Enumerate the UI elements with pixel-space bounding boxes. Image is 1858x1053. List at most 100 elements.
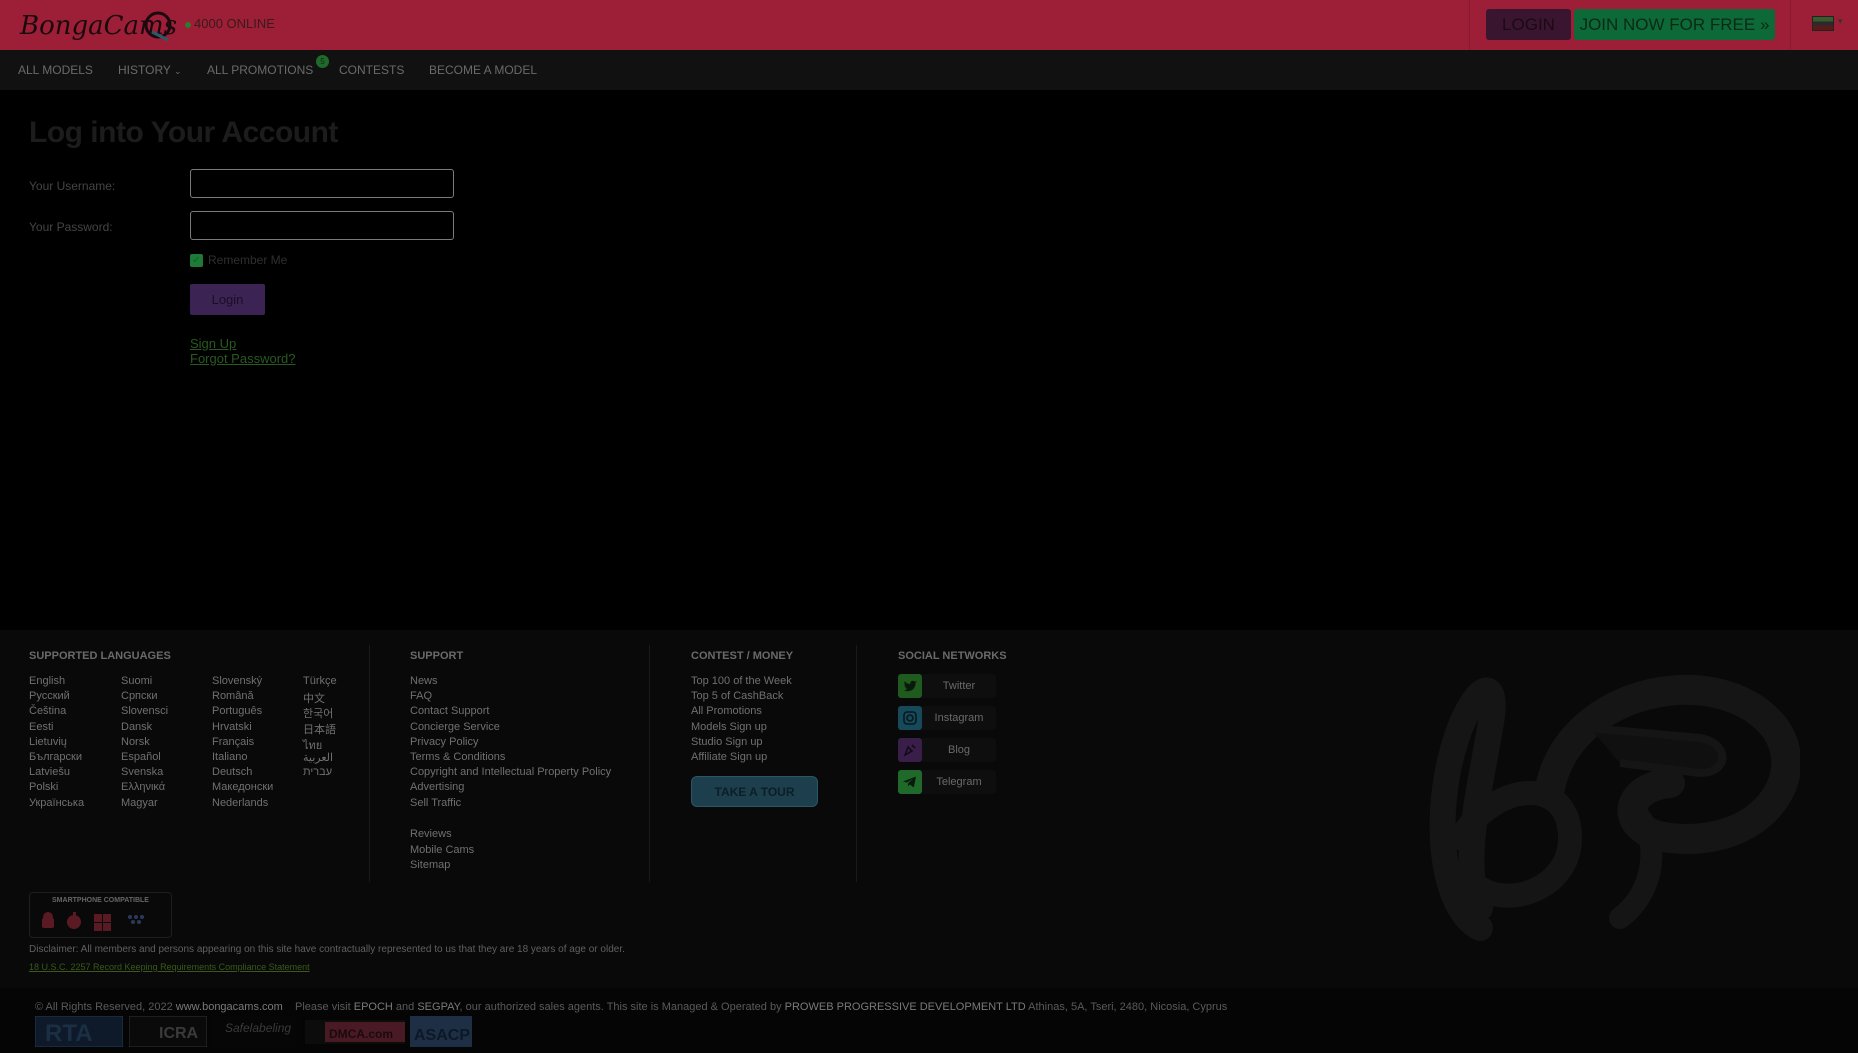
usc-2257-link[interactable]: 18 U.S.C. 2257 Record Keeping Requiremen…	[29, 962, 310, 972]
nav-history-label: HISTORY	[118, 63, 171, 77]
username-input[interactable]	[190, 169, 454, 198]
flag-us-icon[interactable]	[1812, 16, 1834, 31]
contest-link[interactable]: Models Sign up	[691, 721, 767, 733]
epoch-link[interactable]: EPOCH	[354, 1001, 393, 1013]
language-link[interactable]: Čeština	[29, 705, 66, 717]
language-link[interactable]: Português	[212, 705, 262, 717]
language-link[interactable]: Română	[212, 690, 254, 702]
apple-icon	[67, 912, 81, 929]
sign-up-link[interactable]: Sign Up	[190, 336, 236, 351]
join-now-button[interactable]: JOIN NOW FOR FREE »	[1574, 9, 1775, 40]
language-link[interactable]: Ελληνικά	[121, 781, 165, 793]
language-link[interactable]: Eesti	[29, 721, 53, 733]
site-link[interactable]: www.bongacams.com	[176, 1001, 283, 1013]
language-link[interactable]: Nederlands	[212, 797, 268, 809]
language-link[interactable]: עברית	[303, 766, 332, 778]
language-dropdown-caret-icon[interactable]: ▾	[1838, 16, 1843, 27]
support-link[interactable]: Copyright and Intellectual Property Poli…	[410, 766, 611, 778]
language-link[interactable]: Српски	[121, 690, 157, 702]
telegram-icon	[898, 770, 922, 794]
language-link[interactable]: Français	[212, 736, 254, 748]
language-link[interactable]: Magyar	[121, 797, 158, 809]
contest-link[interactable]: Top 100 of the Week	[691, 675, 792, 687]
social-networks-title: SOCIAL NETWORKS	[898, 650, 1007, 662]
dmca-badge[interactable]: DMCA.com	[305, 1016, 405, 1047]
password-input[interactable]	[190, 211, 454, 240]
remember-me-checkbox[interactable]: ✓	[190, 254, 203, 268]
login-submit-button[interactable]: Login	[190, 284, 265, 315]
online-count: 4000 ONLINE	[185, 16, 275, 31]
language-link[interactable]: Українська	[29, 797, 84, 809]
contest-link[interactable]: All Promotions	[691, 705, 762, 717]
disclaimer-text: Disclaimer: All members and persons appe…	[29, 944, 625, 955]
language-link[interactable]: 日本語	[303, 721, 336, 737]
support-link[interactable]: Sitemap	[410, 859, 450, 871]
page-title: Log into Your Account	[29, 116, 338, 149]
language-link[interactable]: English	[29, 675, 65, 687]
language-link[interactable]: Norsk	[121, 736, 150, 748]
social-instagram[interactable]: Instagram	[898, 706, 998, 730]
support-link[interactable]: Reviews	[410, 828, 452, 840]
social-telegram[interactable]: Telegram	[898, 770, 998, 794]
language-link[interactable]: 中文	[303, 690, 325, 706]
contest-link[interactable]: Affiliate Sign up	[691, 751, 767, 763]
support-link[interactable]: News	[410, 675, 438, 687]
language-link[interactable]: العربية	[303, 751, 333, 764]
safelabeling-badge[interactable]: Safelabeling	[213, 1016, 297, 1047]
language-link[interactable]: Svenska	[121, 766, 163, 778]
nav-history[interactable]: HISTORY ⌄	[118, 63, 182, 77]
forgot-password-link[interactable]: Forgot Password?	[190, 351, 296, 366]
social-twitter[interactable]: Twitter	[898, 674, 998, 698]
language-link[interactable]: Македонски	[212, 781, 273, 793]
language-link[interactable]: Türkçe	[303, 675, 337, 687]
footer-divider	[369, 645, 370, 882]
watermark-logo	[1429, 674, 1800, 941]
platform-icons	[42, 912, 144, 931]
language-link[interactable]: 한국어	[303, 705, 333, 721]
icra-badge[interactable]: ICRA	[129, 1016, 207, 1047]
language-link[interactable]: Dansk	[121, 721, 152, 733]
language-link[interactable]: Български	[29, 751, 82, 763]
header-login-button[interactable]: LOGIN	[1486, 9, 1571, 40]
online-dot-icon	[185, 21, 191, 28]
language-link[interactable]: Polski	[29, 781, 58, 793]
language-link[interactable]: Hrvatski	[212, 721, 252, 733]
social-blog[interactable]: Blog	[898, 738, 998, 762]
windows-icon	[94, 914, 111, 931]
contest-link[interactable]: Top 5 of CashBack	[691, 690, 783, 702]
support-link[interactable]: Concierge Service	[410, 721, 500, 733]
support-link[interactable]: Mobile Cams	[410, 844, 474, 856]
svg-text:Safelabeling: Safelabeling	[225, 1021, 291, 1035]
support-link[interactable]: FAQ	[410, 690, 432, 702]
instagram-icon	[898, 706, 922, 730]
rta-badge[interactable]: RTA	[35, 1016, 123, 1047]
language-link[interactable]: Deutsch	[212, 766, 252, 778]
support-link[interactable]: Privacy Policy	[410, 736, 478, 748]
footer-divider	[649, 645, 650, 882]
language-link[interactable]: Slovenský	[212, 675, 262, 687]
support-link[interactable]: Advertising	[410, 781, 464, 793]
smartphone-compatible-title: SMARTPHONE COMPATIBLE	[52, 897, 149, 904]
nav-become-a-model[interactable]: BECOME A MODEL	[429, 63, 537, 77]
brand-logo[interactable]: BongaCams	[18, 6, 176, 44]
company-name: PROWEB PROGRESSIVE DEVELOPMENT LTD	[784, 1001, 1026, 1013]
language-link[interactable]: Italiano	[212, 751, 247, 763]
nav-contests[interactable]: CONTESTS	[339, 63, 404, 77]
nav-all-models[interactable]: ALL MODELS	[18, 63, 93, 77]
support-link[interactable]: Contact Support	[410, 705, 490, 717]
asacp-badge[interactable]: ASACP	[410, 1016, 472, 1047]
contest-link[interactable]: Studio Sign up	[691, 736, 763, 748]
nav-all-promotions[interactable]: ALL PROMOTIONS	[207, 63, 313, 77]
language-link[interactable]: Русский	[29, 690, 70, 702]
segpay-link[interactable]: SEGPAY	[417, 1001, 459, 1013]
language-link[interactable]: Lietuvių	[29, 736, 67, 748]
language-link[interactable]: Slovensci	[121, 705, 168, 717]
language-link[interactable]: Suomi	[121, 675, 152, 687]
remember-me[interactable]: ✓ Remember Me	[190, 253, 287, 268]
language-link[interactable]: Español	[121, 751, 161, 763]
language-link[interactable]: Latviešu	[29, 766, 70, 778]
support-link[interactable]: Terms & Conditions	[410, 751, 505, 763]
take-a-tour-button[interactable]: TAKE A TOUR	[691, 776, 818, 807]
social-blog-label: Blog	[922, 738, 996, 762]
support-link[interactable]: Sell Traffic	[410, 797, 461, 809]
